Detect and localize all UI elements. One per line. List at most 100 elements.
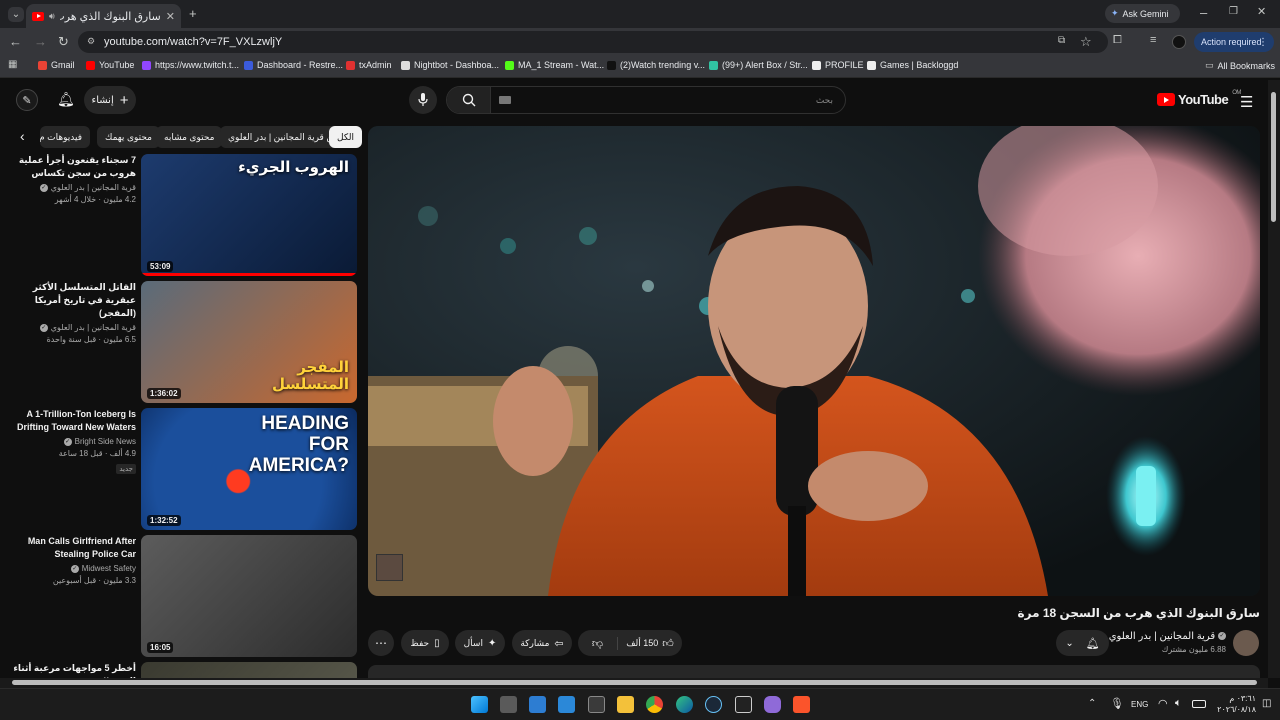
back-icon[interactable]: ← bbox=[9, 35, 22, 48]
recommendation-channel[interactable]: Midwest Safety✓ bbox=[12, 564, 136, 573]
ask-gemini-button[interactable]: ✦ Ask Gemini bbox=[1105, 4, 1180, 23]
search-button[interactable] bbox=[447, 87, 491, 113]
browser-tab-active[interactable]: 🔊︎ سارق البنوك الذي هرب من ال ✕ bbox=[26, 4, 181, 28]
minimize-icon[interactable]: – bbox=[1200, 6, 1207, 19]
recommendation-item[interactable]: المفجر المتسلسل 1:36:02 القاتل المتسلسل ال… bbox=[12, 281, 357, 403]
profile-avatar[interactable] bbox=[1172, 35, 1186, 49]
tab-close-icon[interactable]: ✕ bbox=[166, 10, 175, 23]
tray-chevron-icon[interactable]: ⌃ bbox=[1088, 698, 1096, 709]
hamburger-menu-icon[interactable]: ☰ bbox=[1240, 93, 1253, 111]
app-cube-icon[interactable] bbox=[588, 696, 605, 713]
recommendation-title[interactable]: Man Calls Girlfriend After Stealing Poli… bbox=[12, 535, 136, 561]
recommendation-title[interactable]: A 1-Trillion-Ton Iceberg Is Drifting Tow… bbox=[12, 408, 136, 434]
horizontal-scroll-thumb[interactable] bbox=[12, 680, 1257, 685]
horizontal-scrollbar[interactable] bbox=[0, 678, 1268, 688]
url-field[interactable]: ⚙ youtube.com/watch?v=7F_VXLzwljY bbox=[78, 31, 1108, 53]
recommendation-item[interactable]: أخطر 5 مواجهات مرعبة أثناء الصيد !! bbox=[12, 662, 357, 686]
more-actions-button[interactable]: ⋯ bbox=[368, 630, 394, 656]
chip-related[interactable]: محتوى مشابه bbox=[156, 126, 223, 148]
vertical-scrollbar[interactable] bbox=[1268, 80, 1280, 678]
create-button[interactable]: إنشاء + bbox=[84, 86, 136, 114]
bookmark-item[interactable]: YouTube bbox=[86, 60, 134, 70]
recommendation-channel[interactable]: قرية المجانين | بدر العلوي✓ bbox=[12, 323, 136, 332]
extensions-icon[interactable]: ⧠ bbox=[1113, 35, 1122, 46]
recommendation-channel[interactable]: Bright Side News✓ bbox=[12, 437, 136, 446]
install-app-icon[interactable]: ⧉ bbox=[1058, 36, 1065, 46]
tray-mic-icon[interactable]: 🎙︎ bbox=[1110, 697, 1124, 710]
recommendation-thumbnail[interactable] bbox=[141, 662, 357, 678]
close-window-icon[interactable]: ✕ bbox=[1257, 7, 1266, 18]
video-player[interactable] bbox=[368, 126, 1260, 596]
clock-time[interactable]: ٠٣:٦١ م bbox=[1212, 694, 1256, 703]
steam-icon[interactable] bbox=[705, 696, 722, 713]
bookmark-item[interactable]: (99+) Alert Box / Str... bbox=[709, 60, 808, 70]
recommendation-thumbnail[interactable]: HEADING FOR AMERICA? bbox=[141, 408, 357, 530]
bookmark-item[interactable]: Nightbot - Dashboa... bbox=[401, 60, 499, 70]
epic-games-icon[interactable] bbox=[735, 696, 752, 713]
save-button[interactable]: ▯ حفظ bbox=[401, 630, 449, 656]
task-view-icon[interactable] bbox=[500, 696, 517, 713]
recommendation-item[interactable]: الهروب الجريء 53:09 7 سجناء يقنعون أجرأ عم… bbox=[12, 154, 357, 276]
vertical-scroll-thumb[interactable] bbox=[1271, 92, 1276, 222]
all-bookmarks[interactable]: ▭ All Bookmarks bbox=[1205, 60, 1275, 71]
dislike-button[interactable]: 👎︎ bbox=[578, 636, 618, 650]
recommendation-item[interactable]: 16:05 Man Calls Girlfriend After Stealing… bbox=[12, 535, 357, 657]
voice-search-button[interactable] bbox=[409, 86, 437, 114]
recommendation-thumbnail[interactable]: المفجر المتسلسل bbox=[141, 281, 357, 403]
chip-from-channel[interactable]: من قرية المجانين | بدر العلوي bbox=[220, 126, 347, 148]
recommendation-thumbnail[interactable] bbox=[141, 535, 357, 657]
language-indicator[interactable]: ENG bbox=[1131, 700, 1148, 709]
bookmark-item[interactable]: MA_1 Stream - Wat... bbox=[505, 60, 604, 70]
bookmark-item[interactable]: Games | Backloggd bbox=[867, 60, 958, 70]
bookmark-item[interactable]: txAdmin bbox=[346, 60, 392, 70]
description-box[interactable] bbox=[368, 665, 1260, 678]
media-controls-icon[interactable]: ≡ bbox=[1150, 35, 1156, 46]
whiteboard-icon[interactable] bbox=[558, 696, 575, 713]
reload-icon[interactable]: ↻ bbox=[58, 35, 69, 48]
chips-left-arrow-icon[interactable]: ‹ bbox=[20, 128, 25, 144]
search-input[interactable]: بحث bbox=[511, 95, 845, 106]
bookmark-item[interactable]: https://www.twitch.t... bbox=[142, 60, 239, 70]
forward-icon[interactable]: → bbox=[34, 35, 47, 48]
recommendation-item[interactable]: HEADING FOR AMERICA? 1:32:52 A 1-Trillion-… bbox=[12, 408, 357, 530]
wifi-icon[interactable]: ◠ bbox=[1158, 697, 1168, 710]
recommendation-title[interactable]: 7 سجناء يقنعون أجرأ عملية هروب من سجن تك… bbox=[12, 154, 136, 180]
windows-start-icon[interactable] bbox=[471, 696, 488, 713]
recommendation-thumbnail[interactable]: الهروب الجريء bbox=[141, 154, 357, 276]
bookmark-item[interactable]: Dashboard - Restre... bbox=[244, 60, 343, 70]
edge-icon[interactable] bbox=[676, 696, 693, 713]
chip-all[interactable]: الكل bbox=[329, 126, 363, 148]
volume-icon[interactable]: 🔈︎ bbox=[1175, 697, 1182, 710]
bookmark-item[interactable]: (2)Watch trending v... bbox=[607, 60, 705, 70]
tab-list-icon[interactable]: ⌄ bbox=[8, 7, 24, 22]
bookmark-star-icon[interactable]: ☆ bbox=[1080, 35, 1092, 48]
like-button[interactable]: 150 ألف 👍︎ bbox=[618, 637, 682, 650]
action-required-button[interactable]: Action required ⋮ bbox=[1194, 32, 1274, 52]
new-tab-icon[interactable]: + bbox=[189, 7, 197, 20]
battery-icon[interactable] bbox=[1192, 700, 1206, 708]
store-icon[interactable] bbox=[529, 696, 546, 713]
brave-icon[interactable] bbox=[793, 696, 810, 713]
chrome-icon[interactable] bbox=[646, 696, 663, 713]
keyboard-icon[interactable] bbox=[499, 96, 511, 104]
game-controller-icon[interactable] bbox=[764, 696, 781, 713]
notifications-bell-icon[interactable]: 🔔︎ bbox=[57, 91, 75, 108]
subscribe-bell-button[interactable]: 🔔︎ ⌄ bbox=[1056, 630, 1109, 656]
ask-button[interactable]: ✦ اسأل bbox=[455, 630, 505, 656]
recommendation-title[interactable]: القاتل المتسلسل الأكثر عبقرية في تاريخ أ… bbox=[12, 281, 136, 320]
notification-icon[interactable]: ◫ bbox=[1262, 698, 1271, 709]
bookmark-item[interactable]: PROFILE bbox=[812, 60, 864, 70]
site-info-icon[interactable]: ⚙ bbox=[87, 36, 95, 47]
share-button[interactable]: ⇦ مشاركة bbox=[512, 630, 572, 656]
restore-icon[interactable]: ❐ bbox=[1229, 7, 1238, 17]
channel-avatar[interactable] bbox=[1233, 630, 1259, 656]
bookmark-item[interactable]: Gmail bbox=[38, 60, 75, 70]
file-explorer-icon[interactable] bbox=[617, 696, 634, 713]
chip-for-you[interactable]: محتوى يهمك bbox=[97, 126, 160, 148]
apps-grid-icon[interactable]: ▦ bbox=[8, 60, 17, 70]
account-avatar[interactable]: ✎ bbox=[16, 89, 38, 111]
youtube-logo[interactable]: YouTube OM bbox=[1157, 90, 1241, 107]
clock-date[interactable]: ٢٠٢٦/٠٨/١٨ bbox=[1212, 705, 1256, 714]
recommendation-channel[interactable]: قرية المجانين | بدر العلوي✓ bbox=[12, 183, 136, 192]
chip-videos-from[interactable]: فيديوهات م... bbox=[40, 126, 90, 148]
